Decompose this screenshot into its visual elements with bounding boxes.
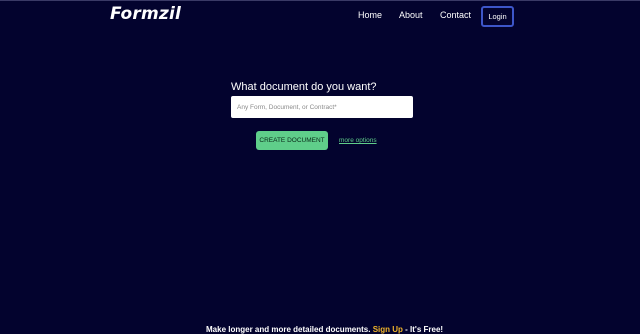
document-prompt-heading: What document do you want? (231, 81, 377, 93)
signup-link[interactable]: Sign Up (373, 325, 403, 334)
nav-contact-link[interactable]: Contact (440, 10, 471, 20)
create-document-button[interactable]: CREATE DOCUMENT (256, 131, 328, 150)
footer-text-before: Make longer and more detailed documents. (206, 325, 373, 334)
top-divider (0, 0, 640, 1)
more-options-link[interactable]: more options (339, 137, 377, 144)
footer-text-after: - It's Free! (402, 325, 444, 334)
document-search-input[interactable] (231, 96, 413, 118)
brand-logo[interactable]: Formzil (110, 4, 181, 24)
nav-home-link[interactable]: Home (358, 10, 382, 20)
footer-signup-banner: Make longer and more detailed documents.… (206, 325, 443, 334)
login-button[interactable]: Login (481, 6, 514, 27)
nav-about-link[interactable]: About (399, 10, 423, 20)
